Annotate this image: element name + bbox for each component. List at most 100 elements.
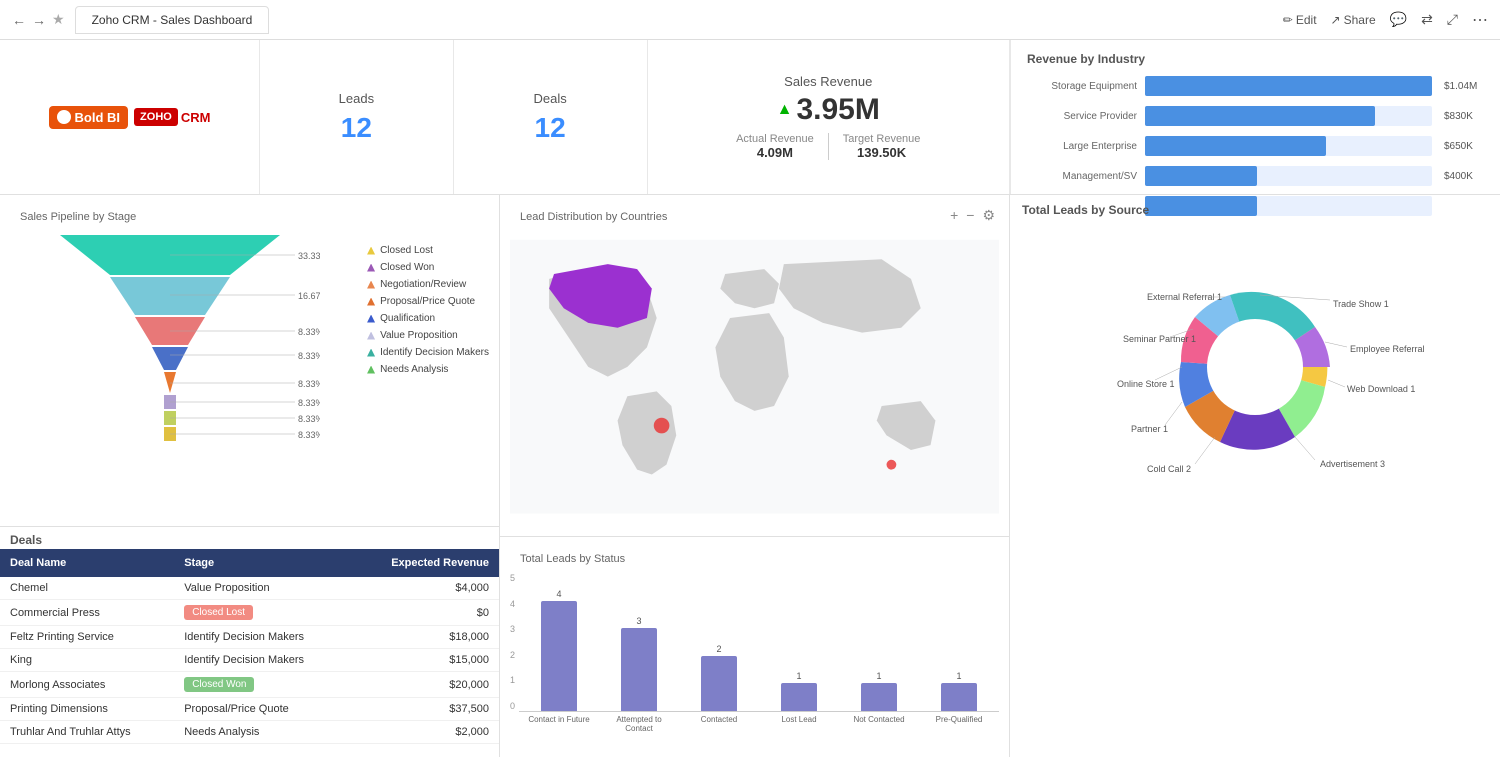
leads-status-title: Total Leads by Status [510,547,999,567]
map-title: Lead Distribution by Countries [510,205,999,225]
x-axis-label: Not Contacted [843,715,915,733]
deals-title: Deals [534,91,567,106]
line-webdownload [1328,380,1345,387]
forward-button[interactable]: → [32,12,46,28]
pct-text-5: 8.33% [298,379,320,389]
legend-needs: Needs Analysis [367,364,489,375]
bold-icon [57,110,71,124]
stage-badge: Closed Lost [184,605,253,620]
legend-icon-proposal [367,298,375,306]
table-row: Commercial Press Closed Lost $0 [0,600,499,626]
funnel-svg: 33.33% 16.67% 8.33% 8.33% 8.33% 8.33% 8.… [20,235,320,505]
deal-revenue: $15,000 [358,654,489,666]
tab-label: Zoho CRM - Sales Dashboard [92,13,253,27]
label-webdownload: Web Download 1 [1347,384,1415,394]
y-axis: 5 4 3 2 1 0 [510,573,515,733]
browser-tab[interactable]: Zoho CRM - Sales Dashboard [75,6,270,34]
share-button[interactable]: ↗ Share [1331,13,1376,27]
legend-closed-lost: Closed Lost [367,245,489,256]
leads-value: 12 [341,112,372,144]
browser-bar: ← → ★ Zoho CRM - Sales Dashboard ✏ Edit … [0,0,1500,40]
deals-rows: Chemel Value Proposition $4,000 Commerci… [0,577,499,744]
pct-text-4: 8.33% [298,351,320,361]
industry-bar-row: Management/SV $400K [1027,166,1484,186]
bar-val-label: 1 [877,671,882,681]
lead-dot-brazil [654,418,670,434]
bars-area: 4 3 2 1 1 1 Contact in FutureAttempted t… [519,573,999,733]
world-map-svg [510,229,999,524]
status-bar [541,601,577,711]
line-coldcall [1195,437,1215,464]
deal-stage: Value Proposition [184,582,358,594]
x-axis-label: Lost Lead [763,715,835,733]
col-stage: Stage [184,557,358,569]
map-settings-icon[interactable]: ⚙ [982,207,995,224]
deal-revenue: $0 [358,607,489,619]
deal-name: King [10,654,184,666]
donut-svg: Trade Show 1 Employee Referral 1 Web Dow… [1085,232,1425,502]
table-row: Chemel Value Proposition $4,000 [0,577,499,600]
legend-icon-value-prop [367,332,375,340]
edit-button[interactable]: ✏ Edit [1283,13,1317,27]
pct-text-8: 8.33% [298,430,320,440]
chat-icon[interactable]: 💬 [1390,11,1407,28]
bar-val-label: 4 [557,589,562,599]
col-deal-name: Deal Name [10,557,184,569]
deal-stage: Proposal/Price Quote [184,703,358,715]
deal-revenue: $18,000 [358,631,489,643]
revenue-arrow-icon: ▲ [777,101,793,119]
leads-status-chart: 5 4 3 2 1 0 4 3 2 1 [510,573,999,733]
funnel-chart: 33.33% 16.67% 8.33% 8.33% 8.33% 8.33% 8.… [10,225,489,495]
table-row: Truhlar And Truhlar Attys Needs Analysis… [0,721,499,744]
left-col: Sales Pipeline by Stage [0,195,500,757]
bar-group: 4 3 2 1 1 1 [519,573,999,712]
revenue-card: Sales Revenue ▲ 3.95M Actual Revenue 4.0… [648,40,1011,194]
deal-name: Morlong Associates [10,679,184,691]
x-axis-labels: Contact in FutureAttempted to ContactCon… [519,715,999,733]
leads-kpi: Leads 12 [260,40,454,194]
stage-text: Identify Decision Makers [184,631,304,643]
map-controls[interactable]: + − ⚙ [950,207,995,224]
revenue-title: Sales Revenue [784,74,872,89]
legend-icon-closed-lost [367,247,375,255]
lead-dot-aus [887,460,897,470]
more-options-icon[interactable]: ⋯ [1472,10,1488,30]
browser-actions: ✏ Edit ↗ Share 💬 ⇄ ⤢ ⋯ [1283,10,1488,30]
pencil-icon: ✏ [1283,13,1293,27]
star-icon[interactable]: ★ [52,11,65,28]
label-coldcall: Cold Call 2 [1147,464,1191,474]
zoom-in-icon[interactable]: + [950,207,958,224]
industry-bar-row: Large Enterprise $650K [1027,136,1484,156]
line-advertisement [1295,437,1315,460]
funnel-panel: Sales Pipeline by Stage [0,195,499,527]
sync-icon[interactable]: ⇄ [1421,11,1433,28]
back-button[interactable]: ← [12,12,26,28]
bar-fill [1145,106,1375,126]
bar-val-label: 1 [797,671,802,681]
table-row: Morlong Associates Closed Won $20,000 [0,672,499,698]
label-onlinestore: Online Store 1 [1117,379,1175,389]
deal-name: Printing Dimensions [10,703,184,715]
zoom-out-icon[interactable]: − [966,207,974,224]
share-icon: ↗ [1331,13,1341,27]
status-bar-group: 1 [843,573,915,711]
label-employee: Employee Referral 1 [1350,344,1425,354]
legend-icon-identify [367,349,375,357]
label-partner: Partner 1 [1131,424,1168,434]
status-bar-group: 1 [923,573,995,711]
expand-icon[interactable]: ⤢ [1447,11,1458,28]
bar-value: $650K [1444,141,1484,152]
logo-panel: Bold BI ZOHO CRM [0,40,260,194]
deals-panel: Deals Deal Name Stage Expected Revenue C… [0,527,499,757]
legend-icon-needs [367,366,375,374]
status-bar-group: 4 [523,573,595,711]
donut-hole [1207,319,1303,415]
legend-proposal: Proposal/Price Quote [367,296,489,307]
leads-title: Leads [339,91,374,106]
donut-area: Total Leads by Source [1010,195,1500,757]
legend-negotiation: Negotiation/Review [367,279,489,290]
col-revenue: Expected Revenue [358,557,489,569]
deal-stage: Closed Won [184,677,358,692]
deals-kpi: Deals 12 [454,40,648,194]
deal-name: Truhlar And Truhlar Attys [10,726,184,738]
